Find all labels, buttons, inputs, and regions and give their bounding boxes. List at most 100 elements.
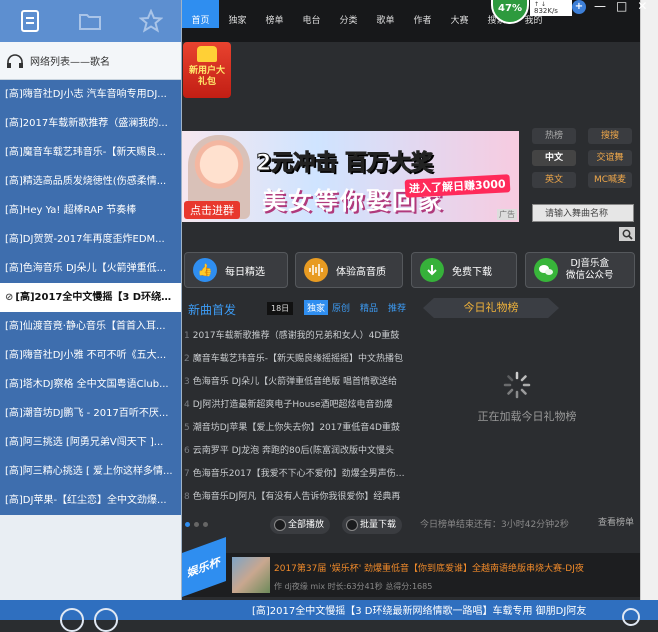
daily-picks-button[interactable]: 👍 每日精选 (184, 252, 288, 288)
play-all-button[interactable]: 全部播放 (270, 516, 331, 534)
pager-dot[interactable] (203, 522, 208, 527)
star-icon[interactable] (138, 8, 164, 34)
list-icon[interactable] (17, 8, 43, 34)
playlist: [高]嗨音社DJ小志 汽车音响专用DJ... [高]2017车载新歌推荐（盛澜我的… (0, 80, 181, 515)
playlist-item[interactable]: [高]潮音坊DJ鹏飞 - 2017百听不厌... (0, 399, 181, 428)
playlist-item-label: [高]2017车载新歌推荐（盛澜我的... (5, 118, 168, 129)
playlist-item[interactable]: [高]色海音乐 DJ朵儿【火箭弹重低... (0, 254, 181, 283)
mc-button[interactable]: MC喊麦 (588, 172, 632, 188)
playlist-item[interactable]: ⊘ [高]2017全中文慢摇【3 D环绕最... (0, 283, 181, 312)
playlist-item[interactable]: [高]2017车载新歌推荐（盛澜我的... (0, 109, 181, 138)
search-icon[interactable] (622, 608, 640, 626)
playlist-item-label: [高]DJ苹果-【红尘恋】全中文劲爆... (5, 495, 167, 506)
wechat-account-label: DJ音乐盒 微信公众号 (566, 258, 614, 281)
nav-item[interactable]: 榜单 (256, 0, 293, 28)
playlist-item[interactable]: [高]阿三精心挑选 [ 爱上你这样多情... (0, 457, 181, 486)
song-row[interactable]: 4 DJ阿洪打造最新超爽电子House酒吧超炫电音劲爆 (182, 394, 407, 417)
nav-item[interactable]: 大赛 (441, 0, 478, 28)
nav-item[interactable]: 歌单 (367, 0, 404, 28)
vertical-scrollbar[interactable] (640, 0, 658, 600)
playlist-item[interactable]: [高]DJ苹果-【红尘恋】全中文劲爆... (0, 486, 181, 515)
contest-title[interactable]: 2017第37届 '娱乐杯' 劲爆重低音【你到底爱谁】全越南语绝版串烧大赛-DJ… (274, 561, 634, 574)
search-icon[interactable] (619, 227, 635, 241)
playlist-item[interactable]: [高]Hey Ya! 超棒RAP 节奏棒 (0, 196, 181, 225)
song-row[interactable]: 5 潮音坊DJ苹果【爱上你失去你】2017重低音4D重鼓 (182, 417, 407, 440)
playlist-item-label: [高]阿三挑选 [阿勇兄弟V闯天下 ]... (5, 437, 164, 448)
play-icon (274, 519, 286, 531)
tab-quality[interactable]: 精品 (360, 301, 378, 314)
playlist-item[interactable]: [高]嗨音社DJ小志 汽车音响专用DJ... (0, 80, 181, 109)
nav-item[interactable]: 首页 (182, 0, 219, 28)
contest-banner[interactable]: 娱乐杯 2017第37届 '娱乐杯' 劲爆重低音【你到底爱谁】全越南语绝版串烧大… (182, 536, 640, 597)
folder-icon[interactable] (77, 8, 103, 34)
playlist-item-label: [高]Hey Ya! 超棒RAP 节奏棒 (5, 205, 137, 216)
play-pause-icon[interactable] (94, 608, 118, 632)
search-input[interactable]: 请输入舞曲名称 (532, 204, 634, 222)
playlist-item[interactable]: [高]阿三挑选 [阿勇兄弟V闯天下 ]... (0, 428, 181, 457)
daily-picks-label: 每日精选 (225, 266, 265, 278)
speed-value: 832K/s (534, 7, 558, 15)
ballroom-button[interactable]: 交谊舞 (588, 150, 632, 166)
tab-exclusive[interactable]: 独家 (304, 300, 329, 315)
left-panel: 网络列表——歌名 [高]嗨音社DJ小志 汽车音响专用DJ... [高]2017车载… (0, 0, 182, 600)
playlist-item-label: [高]阿三精心挑选 [ 爱上你这样多情... (5, 466, 173, 477)
contest-tag-label: 娱乐杯 (187, 554, 221, 580)
date-badge: 18日 (267, 302, 294, 315)
playlist-item[interactable]: [高]DJ贺贺-2017年再度歪炸EDM... (0, 225, 181, 254)
wechat-icon (534, 258, 558, 282)
chinese-button[interactable]: 中文 (532, 150, 576, 166)
playlist-item[interactable]: [高]嗨音社DJ小雅 不可不听《五大... (0, 341, 181, 370)
minimize-button[interactable]: — (594, 0, 606, 12)
gift-rank-title: 今日礼物榜 (423, 298, 559, 318)
hq-audio-label: 体验高音质 (336, 266, 386, 278)
playlist-item-label: [高]2017全中文慢摇【3 D环绕最... (15, 292, 181, 303)
song-row[interactable]: 1 2017车载新歌推荐（感谢我的兄弟和女人）4D重鼓 (182, 325, 407, 348)
headphones-icon (7, 53, 23, 68)
tab-original[interactable]: 原创 (332, 301, 350, 314)
song-title: 色海音乐2017【我爱不下心不爱你】劲爆全男声伤感嗨 (192, 469, 407, 479)
song-title: 云南罗平 DJ龙泡 奔跑的80后(陈富润改版中文慢头 (192, 446, 395, 456)
new-user-gift-button[interactable]: 新用户大礼包 (183, 42, 231, 98)
english-button[interactable]: 英文 (532, 172, 576, 188)
wechat-account-button[interactable]: DJ音乐盒 微信公众号 (525, 252, 635, 288)
search-button[interactable]: 搜搜 (588, 128, 632, 144)
nav-item[interactable]: 分类 (330, 0, 367, 28)
hot-rank-button[interactable]: 热榜 (532, 128, 576, 144)
view-rank-link[interactable]: 查看榜单 (598, 515, 634, 528)
playlist-item-label: [高]塔木DJ察格 全中文国粤语Club... (5, 379, 169, 390)
download-icon (346, 519, 358, 531)
ad-banner[interactable]: 2元冲击 百万大奖 美女等你娶回家 进入了解日赚3000 点击进群 广告 (182, 131, 519, 222)
free-download-button[interactable]: 免费下载 (411, 252, 517, 288)
nav-item[interactable]: 电台 (293, 0, 330, 28)
playlist-item[interactable]: [高]塔木DJ察格 全中文国粤语Club... (0, 370, 181, 399)
hq-audio-button[interactable]: 体验高音质 (295, 252, 403, 288)
batch-download-button[interactable]: 批量下载 (342, 516, 403, 534)
banner-cta[interactable]: 点击进群 (184, 201, 240, 219)
contest-thumbnail (232, 557, 270, 593)
nav-item[interactable]: 独家 (219, 0, 256, 28)
new-songs-list: 1 2017车载新歌推荐（感谢我的兄弟和女人）4D重鼓 2 魔音车载艺玮音乐-【新天赐… (182, 325, 407, 509)
rank-countdown: 今日榜单结束还有：3小时42分钟2秒 (420, 520, 569, 530)
song-row[interactable]: 6 云南罗平 DJ龙泡 奔跑的80后(陈富润改版中文慢头 (182, 440, 407, 463)
pager-dots (185, 522, 208, 527)
playlist-item-label: [高]潮音坊DJ鹏飞 - 2017百听不厌... (5, 408, 169, 419)
nav-item[interactable]: 作者 (404, 0, 441, 28)
song-row[interactable]: 2 魔音车载艺玮音乐-【新天赐良缘摇摇摇】中文热播包 (182, 348, 407, 371)
waveform-icon (304, 258, 328, 282)
song-row[interactable]: 7 色海音乐2017【我爱不下心不爱你】劲爆全男声伤感嗨 (182, 463, 407, 486)
now-playing-title: [高]2017全中文慢摇【3 D环绕最新网络情歌一路唱】车载专用 御朋DJ阿友 (252, 606, 587, 617)
maximize-button[interactable]: □ (616, 0, 627, 12)
playlist-item[interactable]: [高]精选高品质发烧徳性(伤感柔情... (0, 167, 181, 196)
play-all-label: 全部播放 (288, 520, 325, 530)
playlist-item[interactable]: [高]魔音车载艺玮音乐-【新天赐良... (0, 138, 181, 167)
tab-recommend[interactable]: 推荐 (388, 301, 406, 314)
pager-dot[interactable] (185, 522, 190, 527)
song-row[interactable]: 3 色海音乐 DJ朵儿【火箭弹重低音绝版 唱首情歌送给 (182, 371, 407, 394)
plus-icon[interactable]: + (572, 0, 586, 14)
playlist-item[interactable]: [高]仙渡音竟·静心音乐【首首入耳... (0, 312, 181, 341)
pager-dot[interactable] (194, 522, 199, 527)
song-row[interactable]: 8 色海音乐DJ阿凡【有没有人告诉你我很爱你】经典再 (182, 486, 407, 509)
ad-tag: 广告 (497, 209, 517, 220)
close-button[interactable]: ✕ (637, 0, 647, 12)
prev-icon[interactable] (60, 608, 84, 632)
